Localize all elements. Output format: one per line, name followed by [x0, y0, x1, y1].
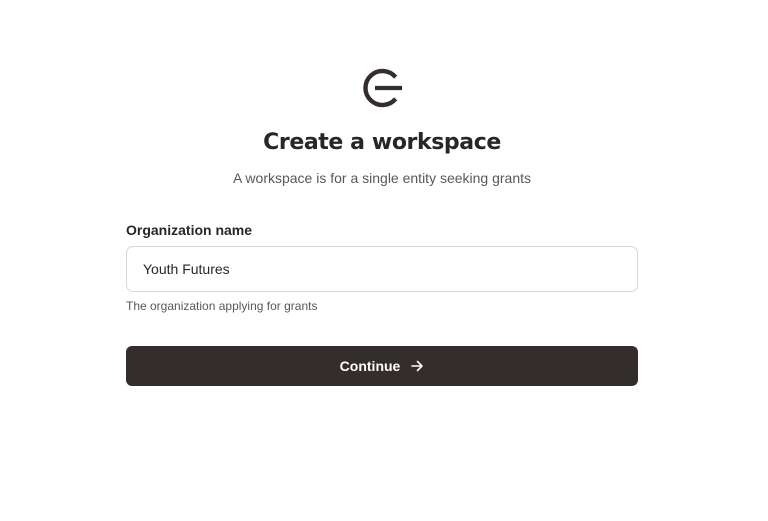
arrow-right-icon	[410, 359, 424, 373]
organization-name-input[interactable]	[127, 247, 623, 291]
organization-name-field[interactable]	[126, 246, 638, 292]
app-logo-icon	[360, 67, 404, 109]
page-subtitle: A workspace is for a single entity seeki…	[232, 170, 532, 186]
page-title: Create a workspace	[263, 130, 501, 155]
continue-button[interactable]: Continue	[126, 346, 638, 386]
organization-name-hint: The organization applying for grants	[126, 299, 318, 313]
organization-name-label: Organization name	[126, 222, 253, 238]
continue-button-label: Continue	[339, 358, 401, 374]
